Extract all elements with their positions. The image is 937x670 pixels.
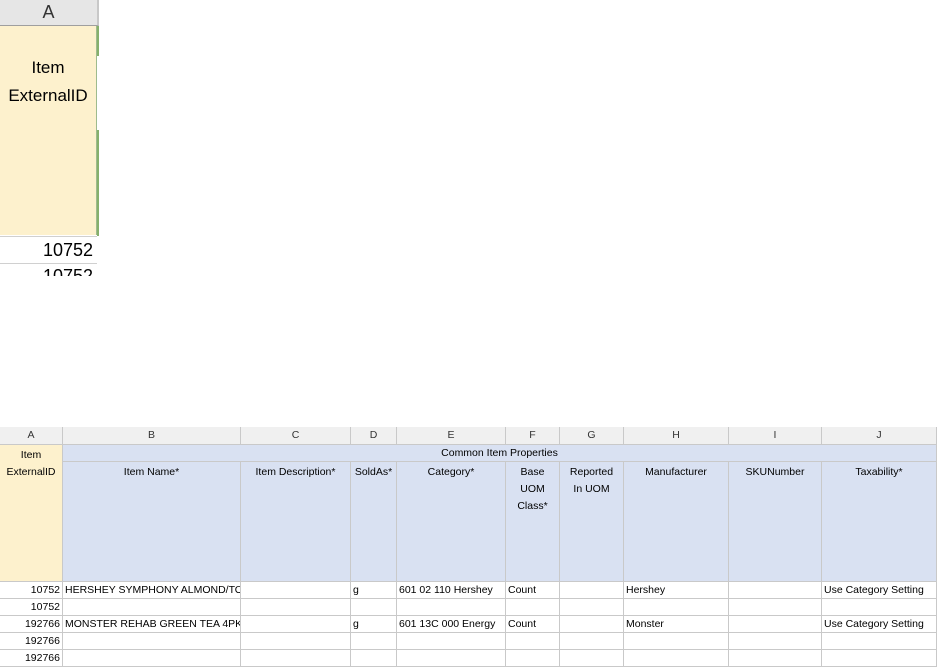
header-line: Item (20, 449, 42, 461)
cell-e[interactable] (397, 650, 506, 667)
spreadsheet: A B C D E F G H I J Item ExternalID Comm… (0, 427, 937, 670)
column-header-d[interactable]: D (351, 427, 397, 445)
cell-h[interactable] (624, 650, 729, 667)
cell-g[interactable] (560, 633, 624, 650)
cell-f[interactable]: Count (506, 582, 560, 599)
cell-c[interactable] (241, 582, 351, 599)
header-cell-taxability[interactable]: Taxability* (822, 462, 937, 582)
cell-d[interactable] (351, 599, 397, 616)
column-header-j[interactable]: J (822, 427, 937, 445)
cell-d[interactable] (351, 633, 397, 650)
header-line: Item Name* (123, 466, 180, 478)
cell-h[interactable] (624, 633, 729, 650)
cell-f[interactable]: Count (506, 616, 560, 633)
header-line: ExternalID (6, 466, 56, 478)
column-header-c[interactable]: C (241, 427, 351, 445)
cell-f[interactable] (506, 650, 560, 667)
cell-c[interactable] (241, 599, 351, 616)
cell-j[interactable] (822, 599, 937, 616)
header-cell-base-uom-class[interactable]: Base UOM Class* (506, 462, 560, 582)
column-header-g[interactable]: G (560, 427, 624, 445)
cell-i[interactable] (729, 616, 822, 633)
header-line: Category* (427, 466, 475, 478)
cell-i[interactable] (729, 582, 822, 599)
header-cell-reported-in-uom[interactable]: Reported In UOM (560, 462, 624, 582)
cell-f[interactable] (506, 633, 560, 650)
cell-j[interactable]: Use Category Setting (822, 582, 937, 599)
column-header-f[interactable]: F (506, 427, 560, 445)
header-line: In UOM (573, 483, 610, 495)
cell-d[interactable] (351, 650, 397, 667)
zoom-cell-row2[interactable]: 10752 (0, 265, 97, 276)
cell-d[interactable]: g (351, 582, 397, 599)
zoom-cell-row1[interactable]: 10752 (0, 236, 97, 264)
header-cell-soldas[interactable]: SoldAs* (351, 462, 397, 582)
header-line: SKUNumber (745, 466, 805, 478)
cell-h[interactable]: Hershey (624, 582, 729, 599)
cell-b[interactable] (63, 633, 241, 650)
header-cell-skunumber[interactable]: SKUNumber (729, 462, 822, 582)
cell-a[interactable]: 192766 (0, 616, 63, 633)
zoom-column-header-a[interactable]: A (0, 0, 99, 26)
header-line: Manufacturer (645, 466, 707, 478)
cell-g[interactable] (560, 582, 624, 599)
column-header-i[interactable]: I (729, 427, 822, 445)
column-header-h[interactable]: H (624, 427, 729, 445)
zoom-header-line1: Item (31, 58, 65, 77)
cell-g[interactable] (560, 650, 624, 667)
group-header-common-item-properties[interactable]: Common Item Properties (63, 445, 937, 462)
cell-b[interactable] (63, 650, 241, 667)
cell-a[interactable]: 10752 (0, 582, 63, 599)
cell-b[interactable] (63, 599, 241, 616)
cell-g[interactable] (560, 616, 624, 633)
cell-e[interactable]: 601 13C 000 Energy (397, 616, 506, 633)
header-cell-item-description[interactable]: Item Description* (241, 462, 351, 582)
column-header-b[interactable]: B (63, 427, 241, 445)
header-line: SoldAs* (354, 466, 393, 478)
cell-a[interactable]: 10752 (0, 599, 63, 616)
cell-c[interactable] (241, 633, 351, 650)
cell-h[interactable]: Monster (624, 616, 729, 633)
cell-b[interactable]: HERSHEY SYMPHONY ALMOND/TOFFEE (63, 582, 241, 599)
cell-j[interactable]: Use Category Setting (822, 616, 937, 633)
column-header-a[interactable]: A (0, 427, 63, 445)
header-line: Item Description* (255, 466, 336, 478)
cell-f[interactable] (506, 599, 560, 616)
header-cell-category[interactable]: Category* (397, 462, 506, 582)
column-header-e[interactable]: E (397, 427, 506, 445)
header-line: Taxability* (855, 466, 903, 478)
cell-b[interactable]: MONSTER REHAB GREEN TEA 4PK 15.5oz (63, 616, 241, 633)
zoomed-column-snippet: A Item ExternalID 10752 10752 (0, 0, 99, 276)
cell-e[interactable] (397, 599, 506, 616)
header-cell-manufacturer[interactable]: Manufacturer (624, 462, 729, 582)
cell-border (97, 130, 99, 236)
cell-e[interactable] (397, 633, 506, 650)
cell-g[interactable] (560, 599, 624, 616)
cell-i[interactable] (729, 599, 822, 616)
cell-i[interactable] (729, 633, 822, 650)
zoom-header-line2: ExternalID (8, 86, 88, 105)
cell-a[interactable]: 192766 (0, 650, 63, 667)
cell-c[interactable] (241, 616, 351, 633)
header-line: Reported (569, 466, 614, 478)
header-line: Base (520, 466, 545, 478)
header-line: UOM (520, 483, 545, 495)
header-cell-item-externalid[interactable]: Item ExternalID (0, 445, 63, 582)
cell-a[interactable]: 192766 (0, 633, 63, 650)
header-cell-item-name[interactable]: Item Name* (63, 462, 241, 582)
cell-e[interactable]: 601 02 110 Hershey (397, 582, 506, 599)
header-line: Class* (517, 500, 548, 512)
cell-j[interactable] (822, 633, 937, 650)
cell-d[interactable]: g (351, 616, 397, 633)
cell-j[interactable] (822, 650, 937, 667)
zoom-header-cell[interactable]: Item ExternalID (0, 26, 97, 235)
cell-c[interactable] (241, 650, 351, 667)
cell-i[interactable] (729, 650, 822, 667)
cell-h[interactable] (624, 599, 729, 616)
cell-border (97, 26, 99, 56)
